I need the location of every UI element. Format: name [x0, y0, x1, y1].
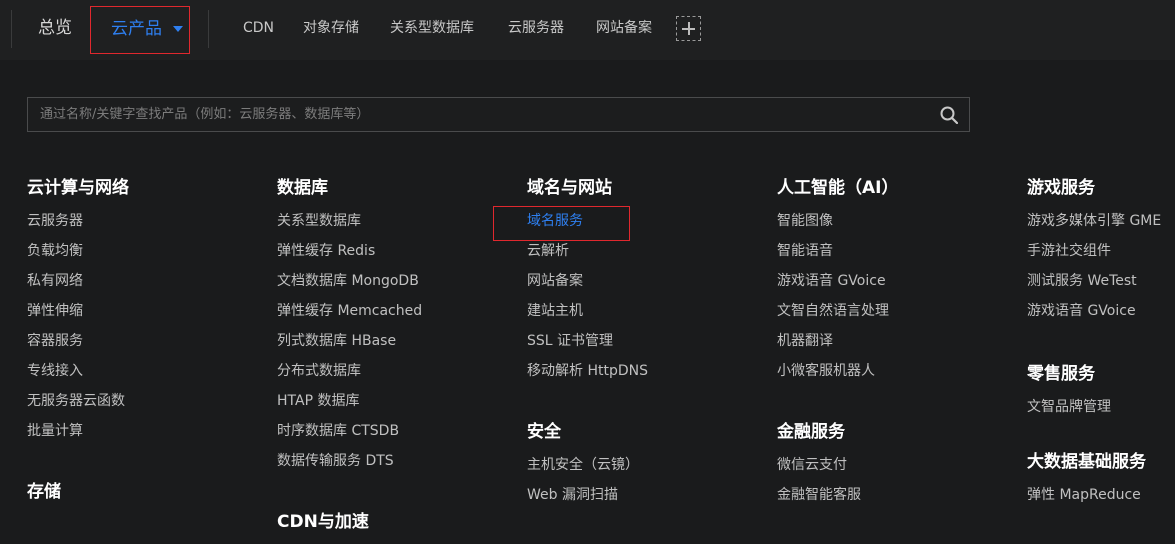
quick-link-cvm[interactable]: 云服务器	[508, 18, 564, 38]
search-icon[interactable]	[940, 106, 958, 124]
group-title: 零售服务	[1027, 364, 1095, 384]
group-title: 存储	[27, 482, 61, 502]
nav-cloud-products-dropdown[interactable]: 云产品	[90, 6, 190, 54]
product-item[interactable]: 智能语音	[777, 240, 1017, 270]
product-group: 游戏服务 游戏多媒体引擎 GME 手游社交组件 测试服务 WeTest 游戏语音…	[1027, 176, 1175, 330]
product-item[interactable]: 容器服务	[27, 330, 267, 360]
product-item[interactable]: 分布式数据库	[277, 360, 517, 390]
product-group: 域名与网站 域名服务 云解析 网站备案 建站主机 SSL 证书管理 移动解析 H…	[527, 176, 767, 390]
product-item[interactable]: HTAP 数据库	[277, 390, 517, 420]
nav-cloud-products-label: 云产品	[111, 19, 162, 39]
plus-icon[interactable]	[676, 16, 701, 41]
product-item[interactable]: 文智自然语言处理	[777, 300, 1017, 330]
product-group: 数据库 关系型数据库 弹性缓存 Redis 文档数据库 MongoDB 弹性缓存…	[277, 176, 517, 480]
group-title: 安全	[527, 422, 561, 442]
nav-overview-link[interactable]: 总览	[38, 16, 72, 40]
group-title: 域名与网站	[527, 178, 612, 198]
product-item[interactable]: 关系型数据库	[277, 210, 517, 240]
product-group: 金融服务 微信云支付 金融智能客服	[777, 420, 1017, 514]
product-item[interactable]: 列式数据库 HBase	[277, 330, 517, 360]
group-title: 金融服务	[777, 422, 845, 442]
product-item[interactable]: 云解析	[527, 240, 767, 270]
group-title: 大数据基础服务	[1027, 452, 1146, 472]
product-group: 存储	[27, 480, 267, 504]
quick-link-cdn[interactable]: CDN	[243, 18, 274, 38]
product-item[interactable]: 金融智能客服	[777, 484, 1017, 514]
product-item[interactable]: 数据传输服务 DTS	[277, 450, 517, 480]
product-item[interactable]: 游戏语音 GVoice	[1027, 300, 1175, 330]
product-group: 云计算与网络 云服务器 负载均衡 私有网络 弹性伸缩 容器服务 专线接入 无服务…	[27, 176, 267, 450]
product-item[interactable]: 微信云支付	[777, 454, 1017, 484]
group-title: 人工智能（AI）	[777, 178, 899, 198]
product-search-input[interactable]	[28, 98, 928, 131]
product-item[interactable]: 无服务器云函数	[27, 390, 267, 420]
quick-link-relational-db[interactable]: 关系型数据库	[390, 18, 474, 38]
product-column-2: 数据库 关系型数据库 弹性缓存 Redis 文档数据库 MongoDB 弹性缓存…	[277, 176, 517, 544]
product-group: 人工智能（AI） 智能图像 智能语音 游戏语音 GVoice 文智自然语言处理 …	[777, 176, 1017, 390]
product-item[interactable]: 手游社交组件	[1027, 240, 1175, 270]
product-item[interactable]: 文智品牌管理	[1027, 396, 1175, 426]
nav-divider	[11, 10, 12, 48]
product-item[interactable]: 游戏多媒体引擎 GME	[1027, 210, 1175, 240]
quick-link-icp-filing[interactable]: 网站备案	[596, 18, 652, 38]
product-item[interactable]: 网站备案	[527, 270, 767, 300]
product-item[interactable]: 测试服务 WeTest	[1027, 270, 1175, 300]
group-title: CDN与加速	[277, 512, 369, 532]
group-title: 云计算与网络	[27, 178, 129, 198]
product-item[interactable]: 私有网络	[27, 270, 267, 300]
product-column-4: 人工智能（AI） 智能图像 智能语音 游戏语音 GVoice 文智自然语言处理 …	[777, 176, 1017, 514]
product-column-3: 域名与网站 域名服务 云解析 网站备案 建站主机 SSL 证书管理 移动解析 H…	[527, 176, 767, 514]
product-item[interactable]: 建站主机	[527, 300, 767, 330]
nav-divider	[208, 10, 209, 48]
group-title: 数据库	[277, 178, 328, 198]
product-item[interactable]: 主机安全（云镜）	[527, 454, 767, 484]
product-item[interactable]: 弹性 MapReduce	[1027, 484, 1175, 514]
product-group: 零售服务 文智品牌管理	[1027, 362, 1175, 426]
product-item[interactable]: SSL 证书管理	[527, 330, 767, 360]
group-title: 游戏服务	[1027, 178, 1095, 198]
product-column-1: 云计算与网络 云服务器 负载均衡 私有网络 弹性伸缩 容器服务 专线接入 无服务…	[27, 176, 267, 514]
product-item[interactable]: 负载均衡	[27, 240, 267, 270]
top-navigation-bar: 总览 云产品 CDN 对象存储 关系型数据库 云服务器 网站备案	[0, 0, 1175, 60]
product-item[interactable]: 云服务器	[27, 210, 267, 240]
product-group: 安全 主机安全（云镜） Web 漏洞扫描	[527, 420, 767, 514]
chevron-down-icon	[173, 26, 183, 32]
product-item[interactable]: 机器翻译	[777, 330, 1017, 360]
product-search-box	[27, 97, 970, 132]
quick-link-object-storage[interactable]: 对象存储	[303, 18, 359, 38]
product-item[interactable]: 专线接入	[27, 360, 267, 390]
product-item[interactable]: Web 漏洞扫描	[527, 484, 767, 514]
product-column-5: 游戏服务 游戏多媒体引擎 GME 手游社交组件 测试服务 WeTest 游戏语音…	[1027, 176, 1175, 514]
product-group: CDN与加速	[277, 510, 517, 534]
product-item[interactable]: 游戏语音 GVoice	[777, 270, 1017, 300]
product-item[interactable]: 批量计算	[27, 420, 267, 450]
product-item[interactable]: 弹性伸缩	[27, 300, 267, 330]
product-item[interactable]: 移动解析 HttpDNS	[527, 360, 767, 390]
product-item-domain-service[interactable]: 域名服务	[527, 210, 767, 240]
product-item[interactable]: 时序数据库 CTSDB	[277, 420, 517, 450]
product-group: 大数据基础服务 弹性 MapReduce	[1027, 450, 1175, 514]
product-item[interactable]: 弹性缓存 Memcached	[277, 300, 517, 330]
product-item[interactable]: 弹性缓存 Redis	[277, 240, 517, 270]
product-item[interactable]: 智能图像	[777, 210, 1017, 240]
product-item[interactable]: 文档数据库 MongoDB	[277, 270, 517, 300]
product-item[interactable]: 小微客服机器人	[777, 360, 1017, 390]
